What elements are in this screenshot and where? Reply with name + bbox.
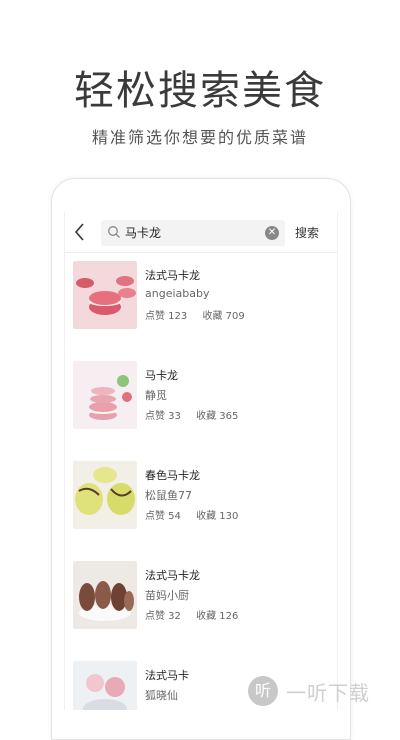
recipe-thumbnail xyxy=(73,661,137,710)
recipe-thumbnail xyxy=(73,261,137,329)
page-headline: 轻松搜索美食 xyxy=(74,68,326,114)
saves-count: 收藏 365 xyxy=(196,411,239,422)
recipe-stats: 点赞 33 收藏 365 xyxy=(145,407,250,422)
search-icon xyxy=(108,226,120,238)
likes-count: 点赞 33 xyxy=(145,411,181,422)
recipe-title: 法式马卡龙 xyxy=(145,269,200,282)
search-input[interactable]: 马卡龙 ✕ xyxy=(101,220,285,246)
recipe-stats: 点赞 123 收藏 709 xyxy=(145,307,257,322)
back-icon[interactable] xyxy=(73,222,87,242)
saves-count: 收藏 126 xyxy=(196,611,239,622)
recipe-author: 松鼠鱼77 xyxy=(145,489,192,502)
search-query: 马卡龙 xyxy=(125,226,162,240)
recipe-thumbnail xyxy=(73,361,137,429)
watermark-logo-icon: 听 xyxy=(248,676,278,706)
likes-count: 点赞 123 xyxy=(145,311,188,322)
likes-count: 点赞 54 xyxy=(145,511,181,522)
likes-count: 点赞 32 xyxy=(145,611,181,622)
recipe-title: 春色马卡龙 xyxy=(145,469,200,482)
clear-icon[interactable]: ✕ xyxy=(265,226,279,240)
recipe-author: 狐晓仙 xyxy=(145,689,178,702)
saves-count: 收藏 709 xyxy=(202,311,245,322)
search-bar: 马卡龙 ✕ 搜索 xyxy=(65,212,337,253)
result-item[interactable]: 法式马卡龙 苗妈小厨 点赞 32 收藏 126 xyxy=(65,552,337,652)
watermark-text: 一听下载 xyxy=(286,680,370,705)
recipe-author: 苗妈小厨 xyxy=(145,589,189,602)
recipe-stats: 点赞 54 收藏 130 xyxy=(145,507,250,522)
recipe-stats: 点赞 32 收藏 126 xyxy=(145,607,250,622)
recipe-author: 静觅 xyxy=(145,389,167,402)
recipe-thumbnail xyxy=(73,561,137,629)
recipe-author: angeiababy xyxy=(145,287,210,300)
recipe-title: 马卡龙 xyxy=(145,369,178,382)
phone-screen: 马卡龙 ✕ 搜索 法式马卡龙 angeiababy 点赞 123 收藏 709 … xyxy=(64,212,338,710)
result-item[interactable]: 法式马卡龙 angeiababy 点赞 123 收藏 709 xyxy=(65,252,337,352)
page-subheadline: 精准筛选你想要的优质菜谱 xyxy=(91,128,308,147)
result-item[interactable]: 马卡龙 静觅 点赞 33 收藏 365 xyxy=(65,352,337,452)
watermark: 听 一听下载 xyxy=(248,672,400,710)
recipe-title: 法式马卡龙 xyxy=(145,569,200,582)
saves-count: 收藏 130 xyxy=(196,511,239,522)
search-button[interactable]: 搜索 xyxy=(295,224,319,241)
result-item[interactable]: 春色马卡龙 松鼠鱼77 点赞 54 收藏 130 xyxy=(65,452,337,552)
recipe-title: 法式马卡 xyxy=(145,669,189,682)
recipe-thumbnail xyxy=(73,461,137,529)
